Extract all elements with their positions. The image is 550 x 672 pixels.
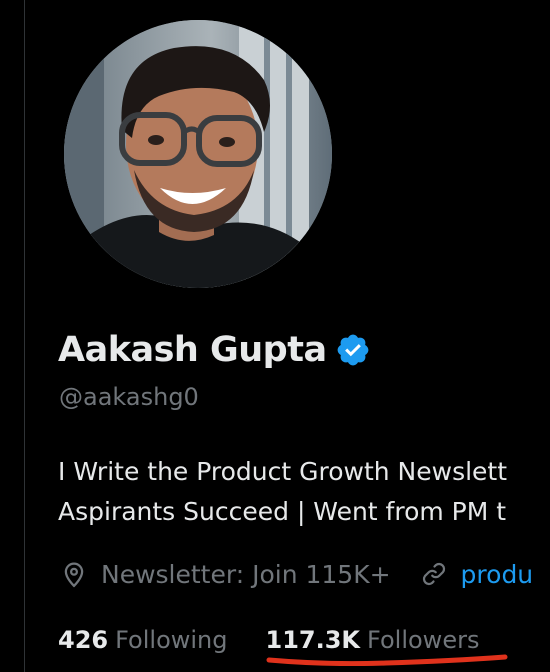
- followers-underline-annotation: [266, 654, 508, 666]
- profile-display-name: Aakash Gupta: [58, 330, 327, 370]
- verified-badge-icon[interactable]: [335, 332, 371, 368]
- profile-location-text: Newsletter: Join 115K+: [101, 559, 391, 589]
- profile-website-link[interactable]: produ: [461, 560, 534, 589]
- bio-line: Aspirants Succeed | Went from PM t: [58, 497, 507, 526]
- following-label: Following: [115, 626, 228, 654]
- following-stat[interactable]: 426 Following: [58, 626, 228, 654]
- bio-line: I Write the Product Growth Newslett: [58, 457, 508, 486]
- avatar-photo: [64, 20, 332, 288]
- profile-bio: I Write the Product Growth Newslett Aspi…: [58, 452, 538, 532]
- followers-label: Followers: [367, 626, 480, 654]
- followers-count: 117.3K: [265, 626, 361, 654]
- profile-handle: @aakashg0: [59, 383, 199, 411]
- link-icon: [419, 559, 449, 589]
- left-column-border: [24, 0, 25, 672]
- following-count: 426: [58, 626, 109, 654]
- location-pin-icon: [59, 559, 89, 589]
- profile-website[interactable]: produ: [419, 559, 534, 589]
- profile-name-row: Aakash Gupta: [58, 327, 371, 373]
- profile-avatar[interactable]: [64, 20, 332, 288]
- profile-meta-row: Newsletter: Join 115K+ produ: [59, 554, 539, 594]
- followers-stat[interactable]: 117.3K Followers: [266, 626, 480, 654]
